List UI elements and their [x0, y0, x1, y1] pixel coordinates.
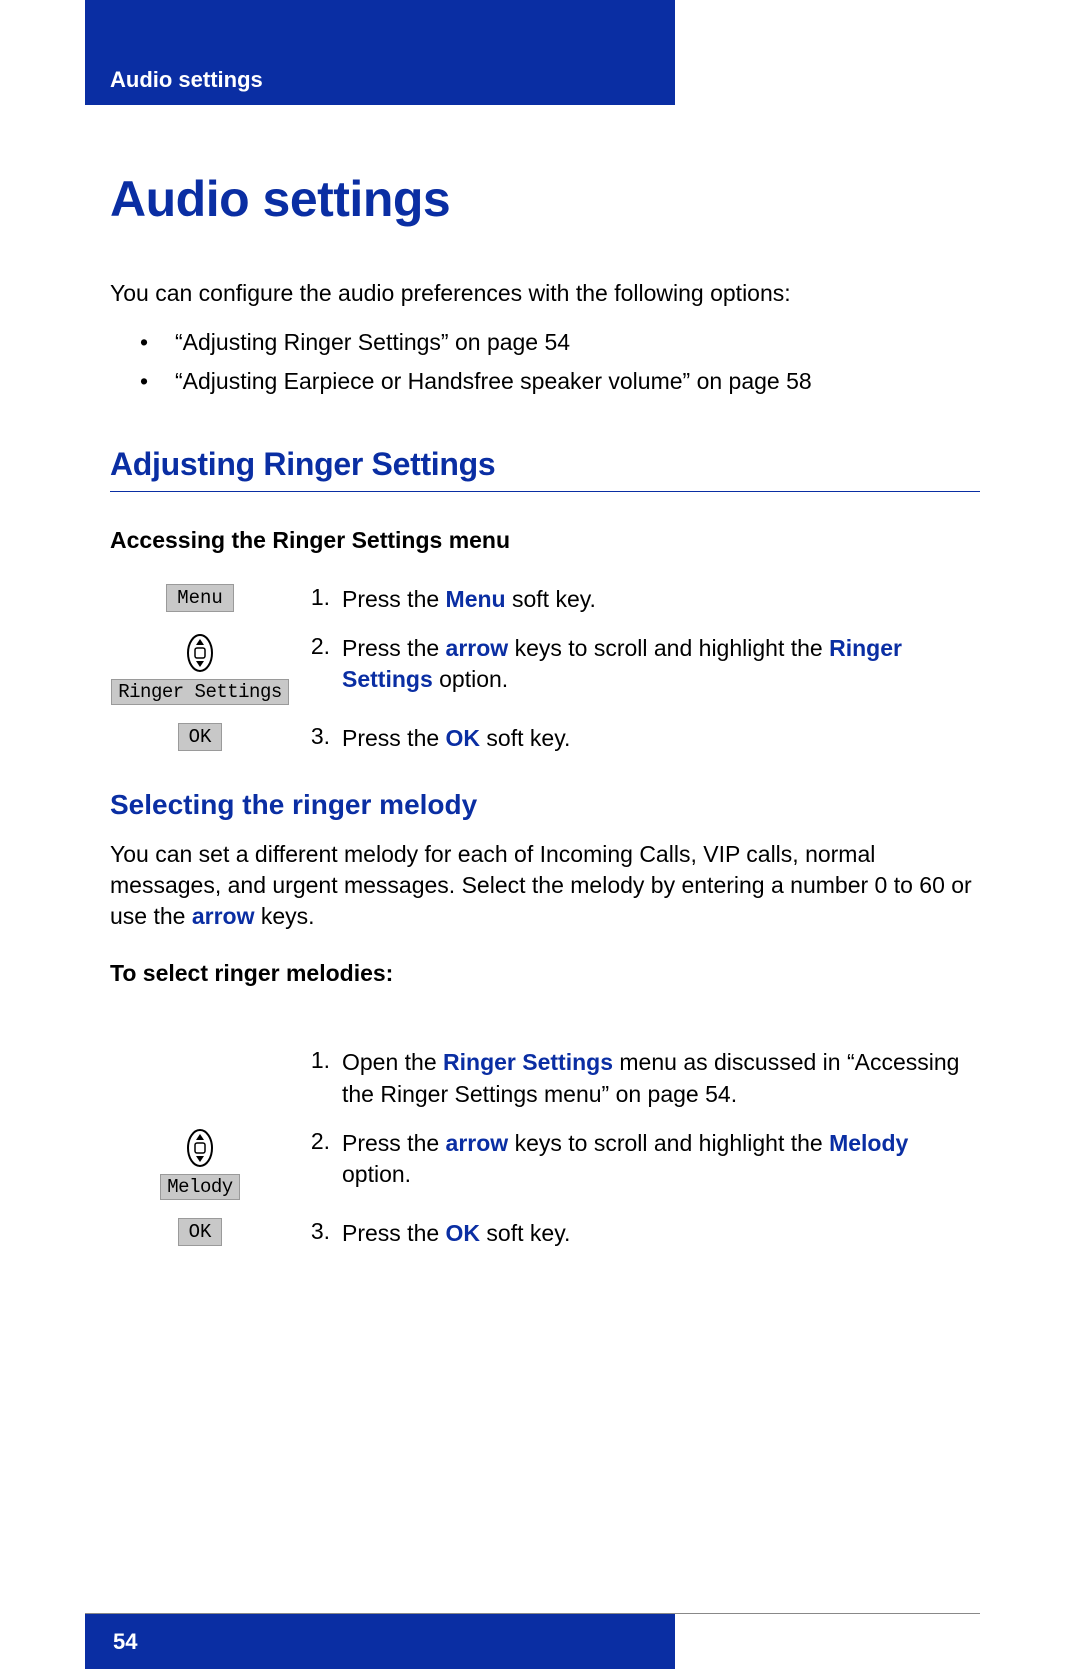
step-number: 1.	[290, 584, 342, 611]
step-number: 1.	[290, 1047, 342, 1074]
page-title: Audio settings	[110, 170, 980, 228]
step-text: Press the Menu soft key.	[342, 584, 980, 615]
step-number: 2.	[290, 1128, 342, 1155]
keyword: Melody	[829, 1130, 908, 1156]
section-heading: Adjusting Ringer Settings	[110, 446, 980, 483]
keyword: Ringer Settings	[443, 1049, 613, 1075]
para-text: keys.	[254, 903, 314, 929]
step-text: Press the arrow keys to scroll and highl…	[342, 633, 980, 695]
step-row: 1. Open the Ringer Settings menu as disc…	[110, 1047, 980, 1109]
step-text-pre: Press the	[342, 635, 446, 661]
arrow-nav-icon	[186, 1128, 214, 1168]
step-row: OK 3. Press the OK soft key.	[110, 1218, 980, 1249]
keyword: arrow	[446, 1130, 509, 1156]
section-rule	[110, 491, 980, 492]
step-text-pre: Press the	[342, 725, 446, 751]
step-icon-col: Menu	[110, 584, 290, 612]
step-text-post: soft key.	[506, 586, 596, 612]
keyword: Menu	[446, 586, 506, 612]
ringer-settings-label-icon: Ringer Settings	[111, 679, 289, 705]
intro-paragraph: You can configure the audio preferences …	[110, 278, 980, 309]
step-text-pre: Open the	[342, 1049, 443, 1075]
step-row: Melody 2. Press the arrow keys to scroll…	[110, 1128, 980, 1200]
section2-paragraph: You can set a different melody for each …	[110, 839, 980, 932]
keyword: arrow	[446, 635, 509, 661]
step-text-post: option.	[433, 666, 508, 692]
step-text: Open the Ringer Settings menu as discuss…	[342, 1047, 980, 1109]
page-number: 54	[113, 1629, 137, 1655]
running-head-text: Audio settings	[110, 67, 263, 93]
step-icon-col: Ringer Settings	[110, 633, 290, 705]
manual-page: Audio settings Audio settings You can co…	[0, 0, 1080, 1669]
step-text: Press the arrow keys to scroll and highl…	[342, 1128, 980, 1190]
step-row: Menu 1. Press the Menu soft key.	[110, 584, 980, 615]
sub-heading: To select ringer melodies:	[110, 960, 980, 987]
menu-softkey-icon: Menu	[166, 584, 234, 612]
step-text-pre: Press the	[342, 586, 446, 612]
intro-bullet-list: “Adjusting Ringer Settings” on page 54 “…	[110, 323, 980, 401]
step-number: 3.	[290, 723, 342, 750]
step-icon-col: OK	[110, 723, 290, 751]
page-content: Audio settings You can configure the aud…	[110, 140, 980, 1267]
running-head-bar: Audio settings	[85, 0, 675, 105]
bullet-item: “Adjusting Ringer Settings” on page 54	[110, 323, 980, 362]
step-icon-col: OK	[110, 1218, 290, 1246]
melody-label-icon: Melody	[160, 1174, 239, 1200]
keyword: arrow	[192, 903, 255, 929]
step-icon-col: Melody	[110, 1128, 290, 1200]
ok-softkey-icon: OK	[178, 1218, 223, 1246]
keyword: OK	[446, 725, 481, 751]
arrow-nav-icon	[186, 633, 214, 673]
sub-heading-blue: Selecting the ringer melody	[110, 789, 980, 821]
ok-softkey-icon: OK	[178, 723, 223, 751]
footer-bar: 54	[85, 1614, 675, 1669]
step-text-pre: Press the	[342, 1220, 446, 1246]
step-row: OK 3. Press the OK soft key.	[110, 723, 980, 754]
step-number: 2.	[290, 633, 342, 660]
step-text: Press the OK soft key.	[342, 1218, 980, 1249]
step-text-post: soft key.	[480, 725, 570, 751]
keyword: OK	[446, 1220, 481, 1246]
step-number: 3.	[290, 1218, 342, 1245]
step-text-post: option.	[342, 1161, 411, 1187]
step-row: Ringer Settings 2. Press the arrow keys …	[110, 633, 980, 705]
bullet-item: “Adjusting Earpiece or Handsfree speaker…	[110, 362, 980, 401]
step-text-pre: Press the	[342, 1130, 446, 1156]
step-text-post: soft key.	[480, 1220, 570, 1246]
step-text-mid: keys to scroll and highlight the	[508, 635, 829, 661]
sub-heading: Accessing the Ringer Settings menu	[110, 527, 980, 554]
step-text: Press the OK soft key.	[342, 723, 980, 754]
step-text-mid: keys to scroll and highlight the	[508, 1130, 829, 1156]
